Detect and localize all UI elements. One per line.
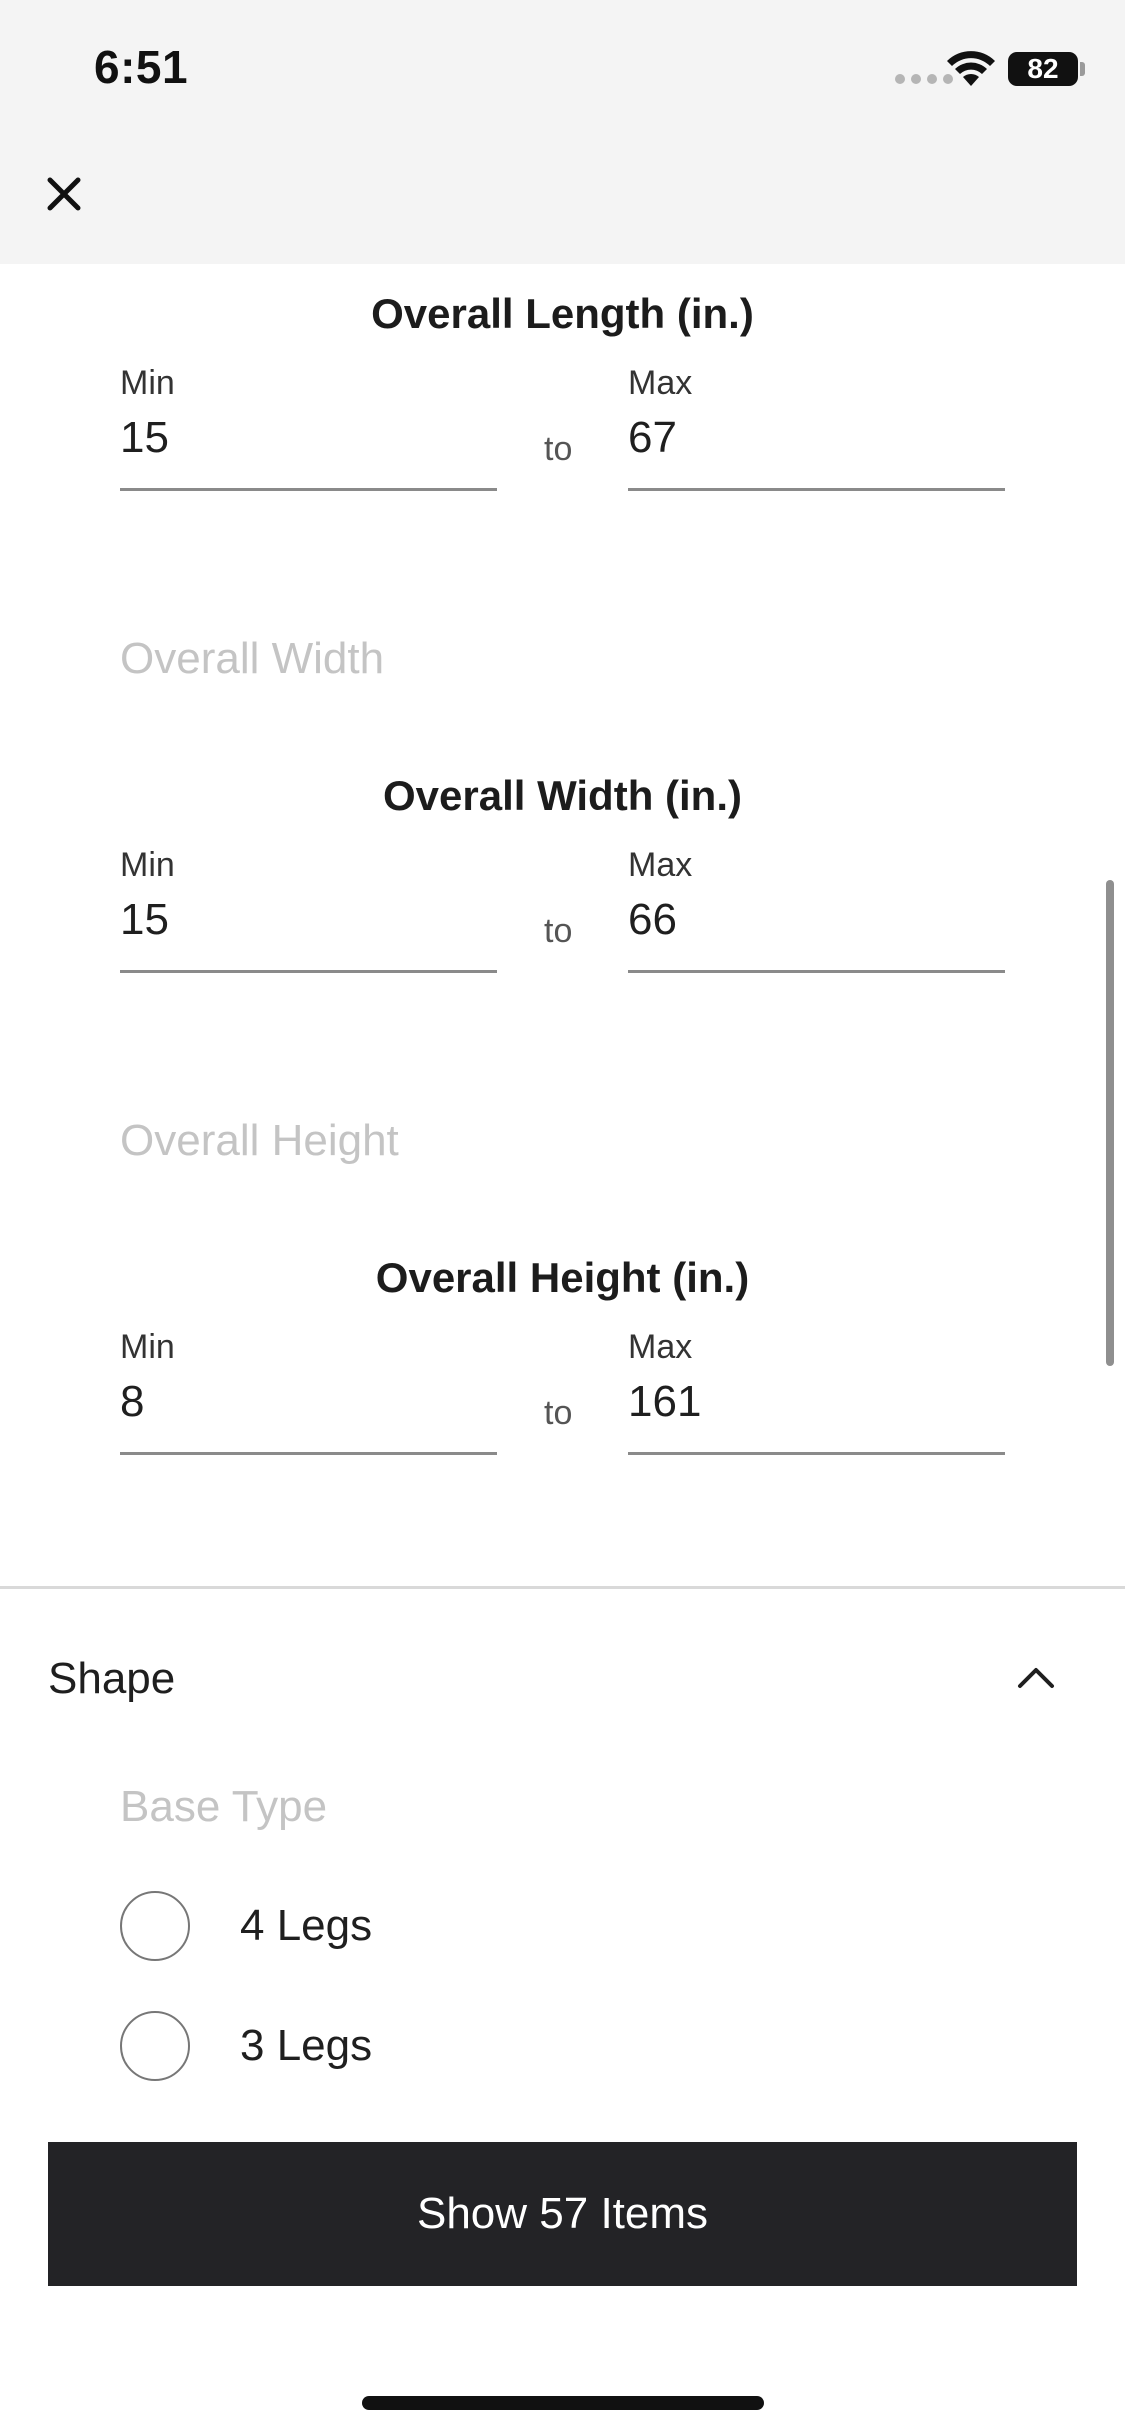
width-max-label: Max xyxy=(628,846,693,884)
length-max-input[interactable] xyxy=(628,410,998,466)
height-min-input[interactable] xyxy=(120,1374,490,1430)
home-indicator xyxy=(362,2396,764,2410)
height-title: Overall Height (in.) xyxy=(375,1254,750,1301)
length-title: Overall Length (in.) xyxy=(371,290,754,337)
shape-section-title[interactable]: Shape xyxy=(48,1654,175,1704)
height-min-label: Min xyxy=(120,1328,175,1366)
wifi-icon xyxy=(947,51,995,86)
radio-button[interactable] xyxy=(120,1891,190,1961)
length-to-label: to xyxy=(544,430,573,468)
radio-option-4-legs[interactable]: 4 Legs xyxy=(120,1890,372,1962)
width-max-input[interactable] xyxy=(628,892,998,948)
status-time: 6:51 xyxy=(94,41,189,93)
length-max-underline xyxy=(628,488,1005,491)
width-max-underline xyxy=(628,970,1005,973)
length-min-underline xyxy=(120,488,497,491)
battery-icon: 82 xyxy=(1008,52,1078,86)
width-to-label: to xyxy=(544,912,573,950)
width-min-label: Min xyxy=(120,846,175,884)
height-max-label: Max xyxy=(628,1328,693,1366)
length-max-label: Max xyxy=(628,364,693,402)
length-min-label: Min xyxy=(120,364,175,402)
width-subheading: Overall Width xyxy=(120,634,385,683)
height-max-input[interactable] xyxy=(628,1374,998,1430)
section-divider xyxy=(0,1586,1125,1589)
length-min-input[interactable] xyxy=(120,410,490,466)
close-icon[interactable] xyxy=(42,172,86,216)
radio-label: 4 Legs xyxy=(240,1901,373,1950)
show-items-button[interactable]: Show 57 Items xyxy=(48,2142,1077,2286)
chevron-up-icon[interactable] xyxy=(1014,1662,1058,1690)
radio-label: 3 Legs xyxy=(240,2021,373,2070)
height-subheading: Overall Height xyxy=(120,1116,399,1165)
battery-cap xyxy=(1080,62,1085,76)
width-min-underline xyxy=(120,970,497,973)
base-type-subheading: Base Type xyxy=(120,1782,328,1831)
height-min-underline xyxy=(120,1452,497,1455)
height-to-label: to xyxy=(544,1394,573,1432)
top-bar: 6:51 82 xyxy=(0,0,1125,264)
width-title: Overall Width (in.) xyxy=(383,772,742,819)
radio-option-3-legs[interactable]: 3 Legs xyxy=(120,2010,372,2082)
radio-button[interactable] xyxy=(120,2011,190,2081)
height-max-underline xyxy=(628,1452,1005,1455)
scrollbar[interactable] xyxy=(1106,880,1114,1366)
cellular-signal-icon xyxy=(895,74,953,84)
width-min-input[interactable] xyxy=(120,892,490,948)
